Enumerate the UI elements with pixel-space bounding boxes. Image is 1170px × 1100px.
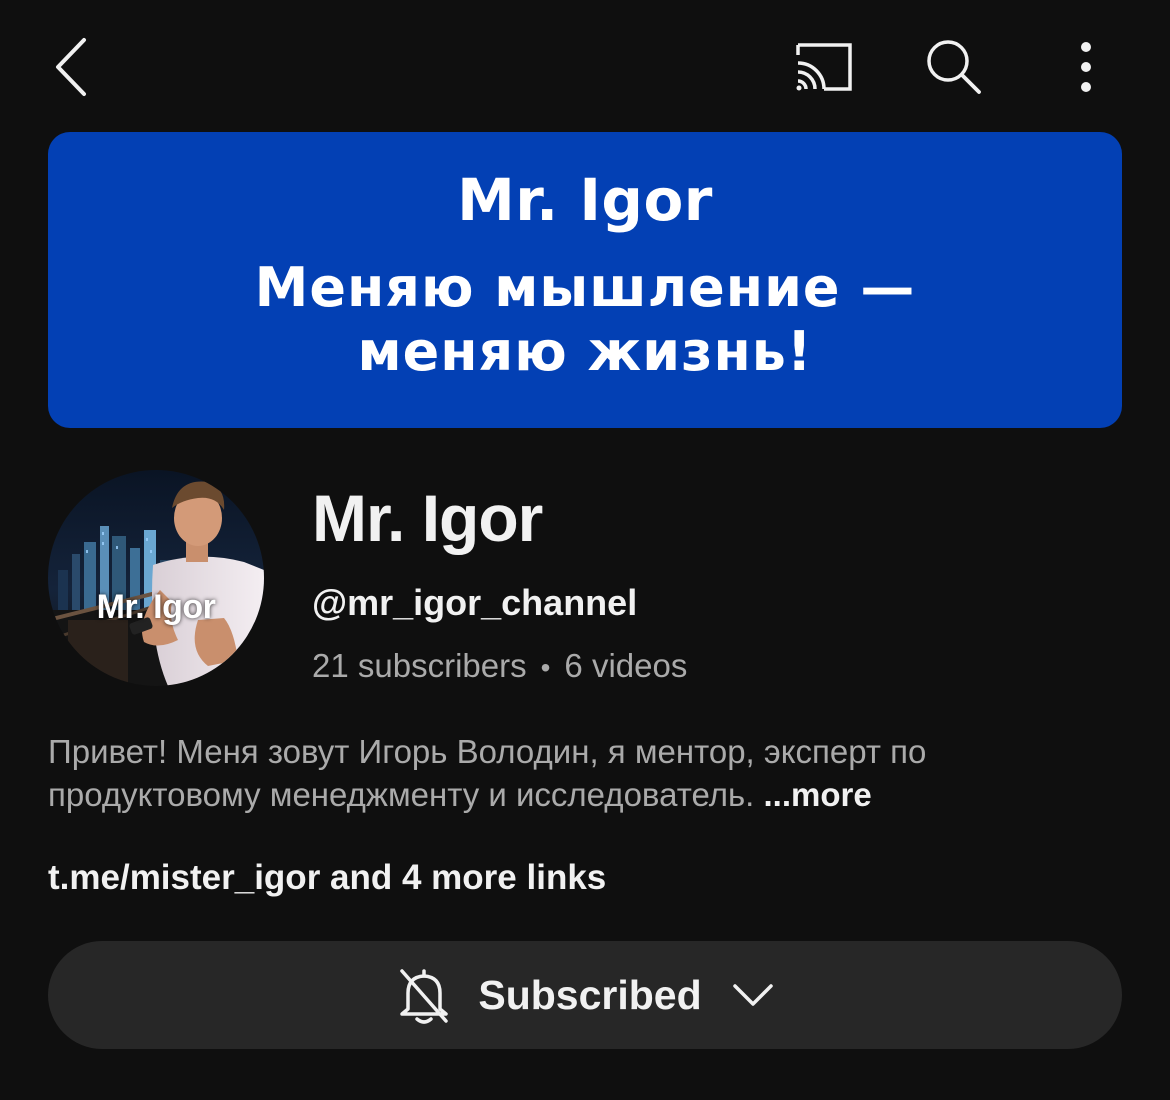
channel-name: Mr. Igor <box>312 481 543 555</box>
back-button[interactable] <box>40 28 104 104</box>
cast-button[interactable] <box>782 32 862 102</box>
banner-slogan: Меняю мышление — меняю жизнь! <box>48 256 1122 384</box>
stats-separator: • <box>540 652 551 683</box>
top-app-bar <box>0 0 1170 132</box>
channel-stats: 21 subscribers • 6 videos <box>312 644 687 690</box>
primary-link[interactable]: t.me/mister_igor <box>48 858 320 897</box>
banner-slogan-line-1: Меняю мышление — <box>254 256 916 319</box>
more-vert-icon <box>1081 42 1091 92</box>
description-more-link[interactable]: ...more <box>764 776 872 813</box>
chevron-down-icon <box>732 984 773 1006</box>
subscribed-button[interactable]: Subscribed <box>48 941 1122 1049</box>
channel-links[interactable]: t.me/mister_igor and 4 more links <box>48 856 606 900</box>
bell-off-icon <box>400 969 449 1024</box>
video-count: 6 videos <box>564 647 688 684</box>
avatar-label: Mr. Igor <box>96 588 216 626</box>
channel-avatar[interactable]: Mr. Igor <box>48 470 264 686</box>
banner-title: Mr. Igor <box>457 166 713 234</box>
search-icon <box>927 40 981 94</box>
channel-handle: @mr_igor_channel <box>312 582 638 623</box>
channel-banner[interactable]: Mr. Igor Меняю мышление — меняю жизнь! <box>48 132 1122 428</box>
avatar-photo <box>48 470 264 686</box>
search-button[interactable] <box>914 30 994 104</box>
more-options-button[interactable] <box>1056 30 1116 104</box>
subscriber-count: 21 subscribers <box>312 647 527 684</box>
channel-description[interactable]: Привет! Меня зовут Игорь Володин, я мент… <box>48 730 1128 816</box>
subscribed-label: Subscribed <box>478 971 702 1018</box>
banner-slogan-line-2: меняю жизнь! <box>357 320 813 383</box>
cast-icon <box>796 43 852 91</box>
more-links-text[interactable]: and 4 more links <box>330 858 606 897</box>
back-icon <box>56 38 86 96</box>
